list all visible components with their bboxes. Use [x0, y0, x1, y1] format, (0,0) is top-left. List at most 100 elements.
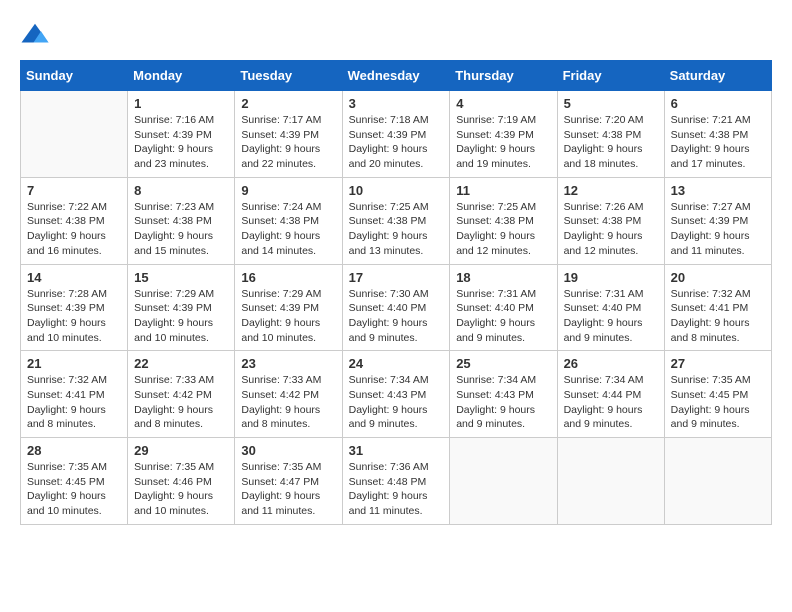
day-info: Sunset: 4:39 PM	[241, 301, 335, 316]
day-info: Sunrise: 7:20 AM	[564, 113, 658, 128]
calendar-cell: 22Sunrise: 7:33 AMSunset: 4:42 PMDayligh…	[128, 351, 235, 438]
day-number: 1	[134, 96, 228, 111]
page-header	[20, 20, 772, 50]
calendar-cell: 17Sunrise: 7:30 AMSunset: 4:40 PMDayligh…	[342, 264, 450, 351]
day-number: 23	[241, 356, 335, 371]
day-info: Sunrise: 7:33 AM	[241, 373, 335, 388]
day-info: Sunset: 4:38 PM	[134, 214, 228, 229]
calendar-cell: 6Sunrise: 7:21 AMSunset: 4:38 PMDaylight…	[664, 91, 771, 178]
day-number: 30	[241, 443, 335, 458]
column-header-wednesday: Wednesday	[342, 61, 450, 91]
calendar-week-row: 28Sunrise: 7:35 AMSunset: 4:45 PMDayligh…	[21, 438, 772, 525]
calendar-cell: 11Sunrise: 7:25 AMSunset: 4:38 PMDayligh…	[450, 177, 557, 264]
calendar-cell: 21Sunrise: 7:32 AMSunset: 4:41 PMDayligh…	[21, 351, 128, 438]
day-info: Daylight: 9 hours and 23 minutes.	[134, 142, 228, 171]
day-info: Sunrise: 7:31 AM	[456, 287, 550, 302]
day-info: Daylight: 9 hours and 11 minutes.	[349, 489, 444, 518]
day-info: Sunset: 4:39 PM	[671, 214, 765, 229]
day-info: Daylight: 9 hours and 18 minutes.	[564, 142, 658, 171]
calendar-cell: 9Sunrise: 7:24 AMSunset: 4:38 PMDaylight…	[235, 177, 342, 264]
calendar-cell: 25Sunrise: 7:34 AMSunset: 4:43 PMDayligh…	[450, 351, 557, 438]
day-info: Sunset: 4:42 PM	[134, 388, 228, 403]
calendar-cell: 27Sunrise: 7:35 AMSunset: 4:45 PMDayligh…	[664, 351, 771, 438]
day-info: Daylight: 9 hours and 16 minutes.	[27, 229, 121, 258]
day-number: 21	[27, 356, 121, 371]
day-info: Sunset: 4:45 PM	[27, 475, 121, 490]
calendar-cell: 28Sunrise: 7:35 AMSunset: 4:45 PMDayligh…	[21, 438, 128, 525]
day-info: Daylight: 9 hours and 8 minutes.	[134, 403, 228, 432]
day-info: Daylight: 9 hours and 19 minutes.	[456, 142, 550, 171]
day-info: Daylight: 9 hours and 10 minutes.	[134, 316, 228, 345]
day-info: Sunset: 4:43 PM	[456, 388, 550, 403]
calendar-cell: 24Sunrise: 7:34 AMSunset: 4:43 PMDayligh…	[342, 351, 450, 438]
day-info: Daylight: 9 hours and 11 minutes.	[671, 229, 765, 258]
day-number: 17	[349, 270, 444, 285]
day-info: Sunrise: 7:19 AM	[456, 113, 550, 128]
day-number: 7	[27, 183, 121, 198]
day-info: Daylight: 9 hours and 20 minutes.	[349, 142, 444, 171]
day-info: Sunset: 4:39 PM	[241, 128, 335, 143]
day-info: Sunrise: 7:29 AM	[134, 287, 228, 302]
day-info: Daylight: 9 hours and 10 minutes.	[241, 316, 335, 345]
day-number: 5	[564, 96, 658, 111]
day-info: Sunrise: 7:28 AM	[27, 287, 121, 302]
day-info: Sunrise: 7:34 AM	[349, 373, 444, 388]
day-number: 18	[456, 270, 550, 285]
day-info: Sunset: 4:38 PM	[564, 128, 658, 143]
day-number: 24	[349, 356, 444, 371]
day-info: Sunrise: 7:21 AM	[671, 113, 765, 128]
day-number: 27	[671, 356, 765, 371]
day-info: Daylight: 9 hours and 8 minutes.	[671, 316, 765, 345]
day-info: Sunset: 4:44 PM	[564, 388, 658, 403]
calendar-cell: 16Sunrise: 7:29 AMSunset: 4:39 PMDayligh…	[235, 264, 342, 351]
day-number: 9	[241, 183, 335, 198]
day-info: Sunset: 4:40 PM	[456, 301, 550, 316]
day-info: Daylight: 9 hours and 12 minutes.	[564, 229, 658, 258]
day-info: Sunrise: 7:32 AM	[27, 373, 121, 388]
column-header-tuesday: Tuesday	[235, 61, 342, 91]
day-info: Daylight: 9 hours and 9 minutes.	[349, 403, 444, 432]
day-info: Daylight: 9 hours and 10 minutes.	[27, 489, 121, 518]
day-number: 29	[134, 443, 228, 458]
calendar-cell	[21, 91, 128, 178]
day-info: Sunset: 4:39 PM	[27, 301, 121, 316]
day-info: Daylight: 9 hours and 9 minutes.	[564, 316, 658, 345]
calendar-cell: 30Sunrise: 7:35 AMSunset: 4:47 PMDayligh…	[235, 438, 342, 525]
day-number: 14	[27, 270, 121, 285]
day-number: 2	[241, 96, 335, 111]
day-info: Daylight: 9 hours and 11 minutes.	[241, 489, 335, 518]
day-number: 31	[349, 443, 444, 458]
calendar-cell	[664, 438, 771, 525]
calendar-header-row: SundayMondayTuesdayWednesdayThursdayFrid…	[21, 61, 772, 91]
day-info: Sunset: 4:38 PM	[456, 214, 550, 229]
day-info: Sunset: 4:48 PM	[349, 475, 444, 490]
calendar-cell: 18Sunrise: 7:31 AMSunset: 4:40 PMDayligh…	[450, 264, 557, 351]
day-number: 4	[456, 96, 550, 111]
day-info: Daylight: 9 hours and 9 minutes.	[564, 403, 658, 432]
day-info: Sunset: 4:38 PM	[241, 214, 335, 229]
calendar-cell: 31Sunrise: 7:36 AMSunset: 4:48 PMDayligh…	[342, 438, 450, 525]
day-info: Sunrise: 7:35 AM	[671, 373, 765, 388]
calendar-cell: 1Sunrise: 7:16 AMSunset: 4:39 PMDaylight…	[128, 91, 235, 178]
day-info: Daylight: 9 hours and 9 minutes.	[349, 316, 444, 345]
day-info: Sunrise: 7:32 AM	[671, 287, 765, 302]
day-info: Sunset: 4:40 PM	[564, 301, 658, 316]
day-info: Sunset: 4:39 PM	[134, 128, 228, 143]
day-info: Sunrise: 7:34 AM	[564, 373, 658, 388]
calendar-week-row: 1Sunrise: 7:16 AMSunset: 4:39 PMDaylight…	[21, 91, 772, 178]
calendar-cell: 15Sunrise: 7:29 AMSunset: 4:39 PMDayligh…	[128, 264, 235, 351]
calendar-cell: 5 Sunrise: 7:20 AMSunset: 4:38 PMDaylight…	[557, 91, 664, 178]
logo-icon	[20, 20, 50, 50]
day-info: Sunrise: 7:26 AM	[564, 200, 658, 215]
calendar-cell: 20Sunrise: 7:32 AMSunset: 4:41 PMDayligh…	[664, 264, 771, 351]
day-info: Sunset: 4:42 PM	[241, 388, 335, 403]
day-number: 19	[564, 270, 658, 285]
day-info: Sunset: 4:38 PM	[27, 214, 121, 229]
day-info: Daylight: 9 hours and 9 minutes.	[671, 403, 765, 432]
day-info: Sunrise: 7:29 AM	[241, 287, 335, 302]
column-header-friday: Friday	[557, 61, 664, 91]
day-info: Daylight: 9 hours and 12 minutes.	[456, 229, 550, 258]
day-info: Sunrise: 7:24 AM	[241, 200, 335, 215]
day-info: Daylight: 9 hours and 8 minutes.	[27, 403, 121, 432]
day-info: Sunrise: 7:35 AM	[27, 460, 121, 475]
